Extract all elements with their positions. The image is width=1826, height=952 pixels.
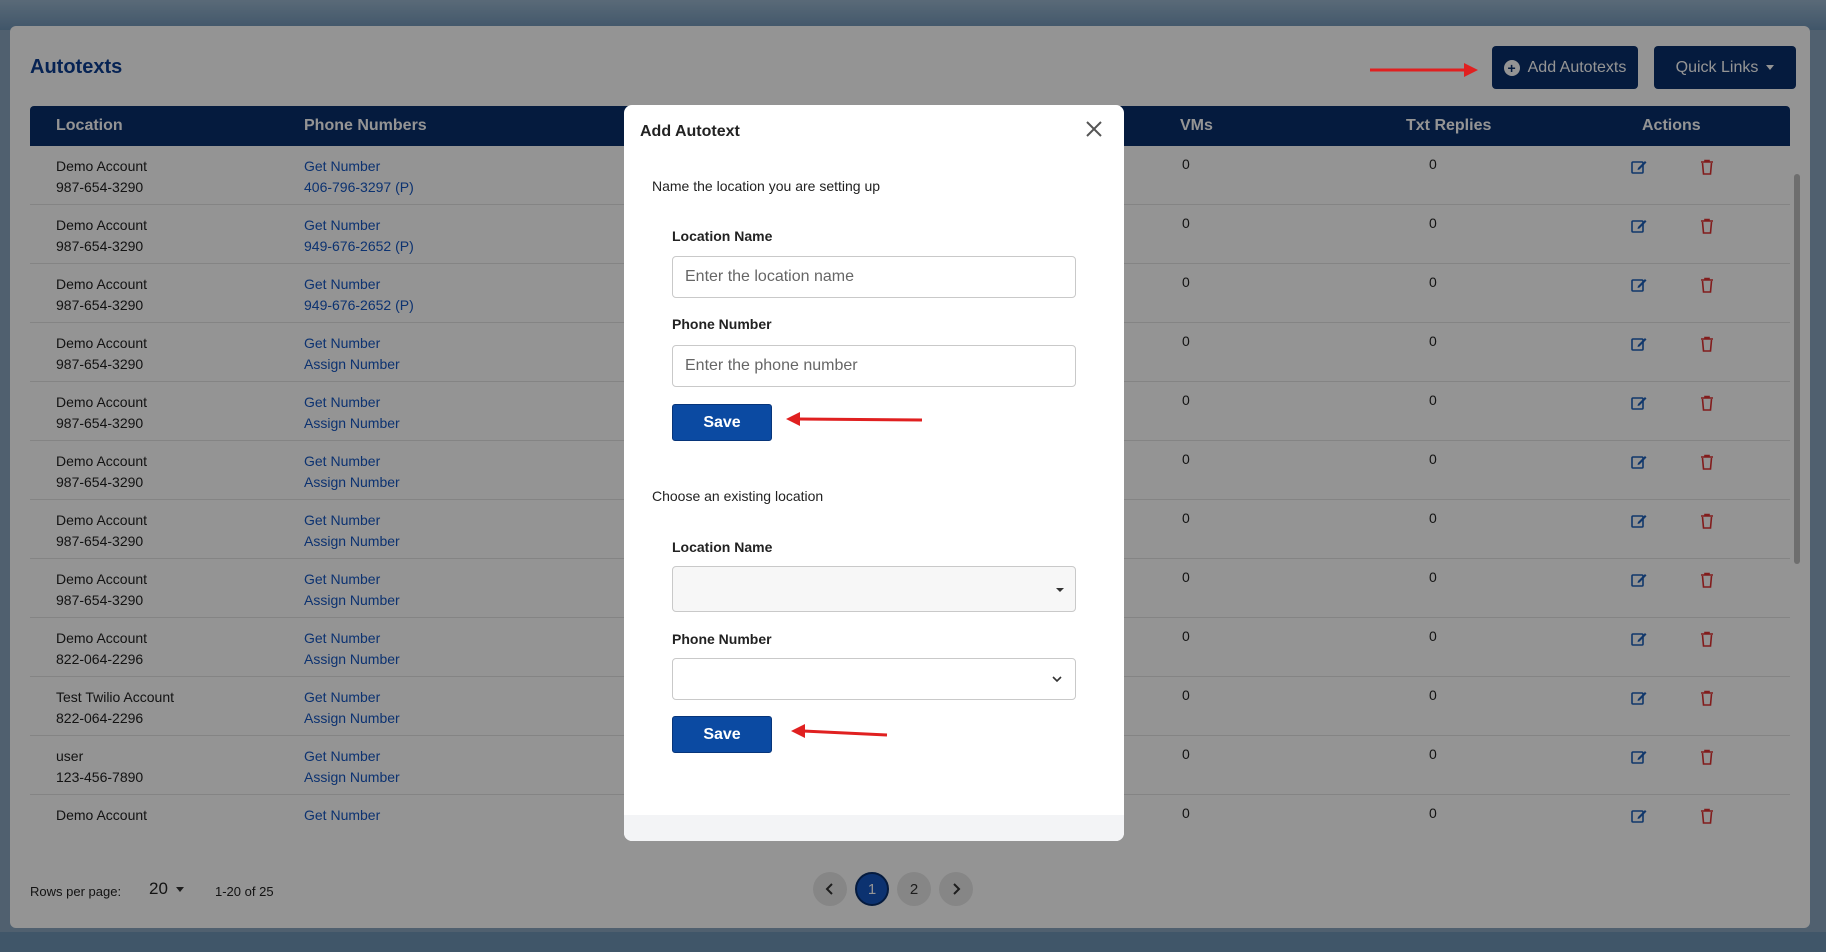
modal-footer: [624, 815, 1124, 841]
annotation-arrow-icon: [1370, 63, 1478, 77]
new-location-section-label: Name the location you are setting up: [652, 178, 881, 194]
chevron-down-icon: [1052, 676, 1062, 683]
phone-number-label: Phone Number: [672, 316, 772, 332]
save-new-location-button[interactable]: Save: [672, 404, 772, 441]
location-name-input[interactable]: [672, 256, 1076, 298]
location-name-label-2: Location Name: [672, 539, 773, 555]
caret-down-icon: [1056, 588, 1064, 592]
annotation-arrow-icon: [786, 412, 923, 426]
location-name-label: Location Name: [672, 228, 773, 244]
phone-number-select[interactable]: [672, 658, 1076, 700]
phone-number-input[interactable]: [672, 345, 1076, 387]
location-name-select[interactable]: [672, 566, 1076, 612]
annotation-arrow-icon: [791, 724, 888, 738]
phone-number-label-2: Phone Number: [672, 631, 772, 647]
save-existing-location-button[interactable]: Save: [672, 716, 772, 753]
modal-title: Add Autotext: [640, 123, 740, 140]
close-icon[interactable]: [1082, 117, 1106, 141]
add-autotext-modal: Add Autotext Name the location you are s…: [624, 105, 1124, 841]
existing-location-section-label: Choose an existing location: [652, 488, 824, 504]
